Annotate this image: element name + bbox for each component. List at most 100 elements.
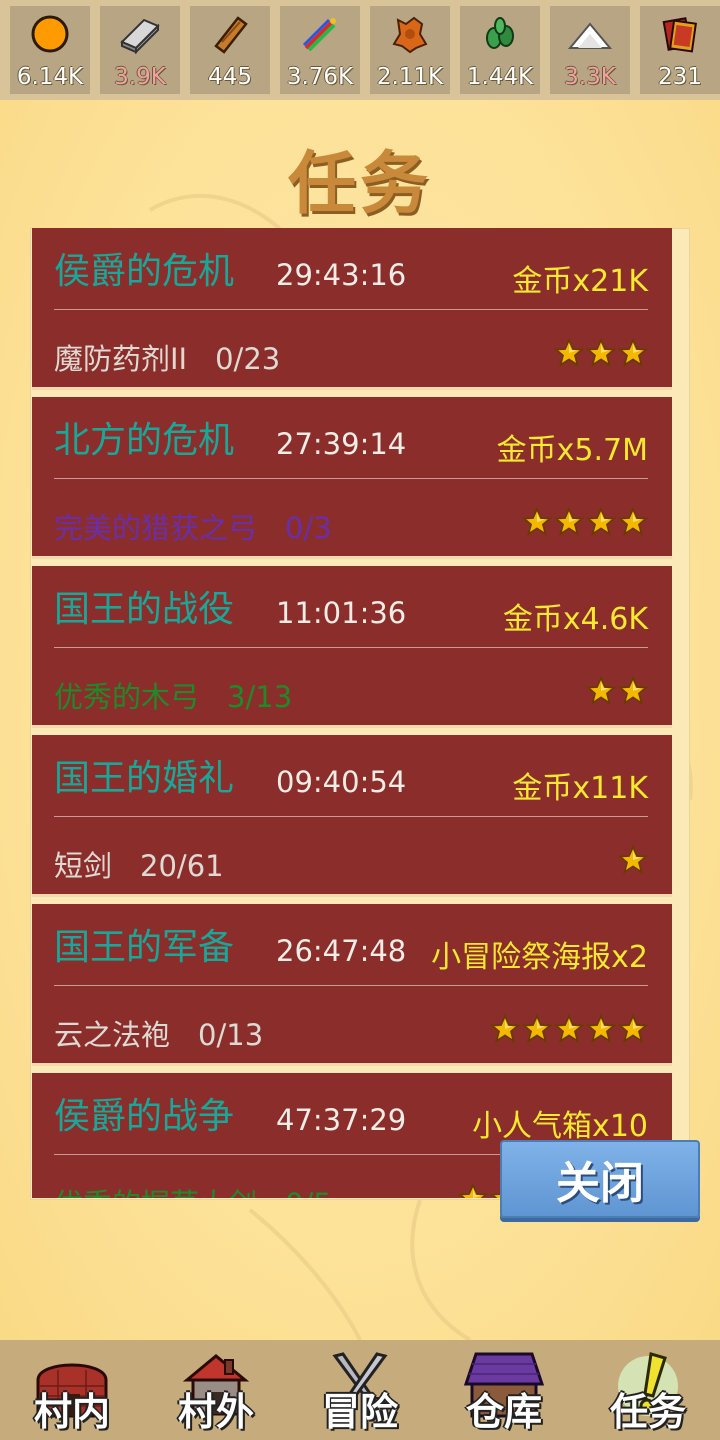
resource-value: 3.76K	[286, 64, 354, 90]
quest-timer: 11:01:36	[276, 596, 407, 630]
resource-salt[interactable]: 3.3K	[550, 6, 630, 94]
quest-requirement: 短剑 20/61	[54, 843, 224, 885]
iron-ingot-icon	[118, 12, 162, 56]
quest-panel: 任务 侯爵的危机 29:43:16 金币x21K 魔防药剂II 0/23 北方的危…	[0, 100, 720, 1340]
item-progress: 0/23	[215, 342, 281, 376]
wood-plank-icon	[208, 12, 252, 56]
quest-timer: 26:47:48	[276, 934, 407, 968]
quest-name: 国王的婚礼	[54, 758, 235, 799]
star-icon	[617, 844, 649, 879]
item-name: 优秀的木弓	[54, 680, 200, 714]
nav-label: 仓库	[465, 1390, 542, 1434]
bottom-nav: 村内 村外 冒险 仓库 任务	[0, 1340, 720, 1440]
resource-leather[interactable]: 2.11K	[370, 6, 450, 94]
quest-card[interactable]: 国王的军备 26:47:48 小冒险祭海报x2 云之法袍 0/13	[32, 904, 672, 1066]
divider	[54, 985, 648, 986]
resource-value: 445	[208, 64, 252, 90]
star-icon	[521, 1013, 553, 1048]
nav-quests[interactable]: 任务	[583, 1340, 713, 1440]
quest-card[interactable]: 北方的危机 27:39:14 金币x5.7M 完美的猎获之弓 0/3	[32, 397, 672, 559]
herb-leaf-icon	[478, 12, 522, 56]
nav-adventure[interactable]: 冒险	[295, 1340, 425, 1440]
star-icon	[553, 1013, 585, 1048]
star-icon	[457, 1182, 489, 1198]
quest-timer: 29:43:16	[276, 258, 407, 292]
panel-title: 任务	[287, 145, 432, 224]
quest-requirement: 完美的猎获之弓 0/3	[54, 505, 332, 547]
star-icon	[617, 1013, 649, 1048]
quest-timer: 27:39:14	[276, 427, 407, 461]
quest-name: 北方的危机	[54, 420, 235, 461]
star-icon	[617, 506, 649, 541]
divider	[54, 478, 648, 479]
star-icon	[585, 506, 617, 541]
divider	[54, 816, 648, 817]
star-icon	[489, 1013, 521, 1048]
quest-reward: 金币x11K	[512, 771, 648, 806]
item-name: 短剑	[54, 849, 113, 883]
star-icon	[585, 1013, 617, 1048]
quest-requirement: 云之法袍 0/13	[54, 1012, 263, 1054]
leather-hide-icon	[388, 12, 432, 56]
quest-reward: 金币x4.6K	[502, 602, 648, 637]
difficulty-stars	[521, 506, 649, 541]
difficulty-stars	[585, 675, 649, 710]
quest-card[interactable]: 国王的婚礼 09:40:54 金币x11K 短剑 20/61	[32, 735, 672, 897]
star-icon	[521, 506, 553, 541]
card-pack-icon	[658, 12, 702, 56]
resource-iron[interactable]: 3.9K	[100, 6, 180, 94]
quest-name: 国王的军备	[54, 927, 235, 968]
difficulty-stars	[489, 1013, 649, 1048]
quest-requirement: 优秀的木弓 3/13	[54, 674, 292, 716]
star-icon	[585, 675, 617, 710]
item-progress: 3/13	[227, 680, 293, 714]
quest-reward: 金币x5.7M	[496, 433, 648, 468]
quest-name: 侯爵的战争	[54, 1096, 235, 1137]
resource-value: 1.44K	[466, 64, 534, 90]
nav-village-outside[interactable]: 村外	[151, 1340, 281, 1440]
nav-village-inside[interactable]: 村内	[7, 1340, 137, 1440]
item-progress: 0/3	[285, 511, 332, 545]
nav-label: 冒险	[321, 1390, 398, 1434]
nav-warehouse[interactable]: 仓库	[439, 1340, 569, 1440]
quest-reward: 小人气箱x10	[472, 1109, 648, 1144]
quest-card[interactable]: 侯爵的危机 29:43:16 金币x21K 魔防药剂II 0/23	[32, 228, 672, 390]
quest-requirement: 优秀的握草大剑 0/5	[54, 1181, 332, 1198]
quest-list[interactable]: 侯爵的危机 29:43:16 金币x21K 魔防药剂II 0/23 北方的危机 2…	[32, 228, 672, 1198]
quest-reward: 小冒险祭海报x2	[431, 940, 648, 975]
quest-name: 国王的战役	[54, 589, 235, 630]
quest-reward: 金币x21K	[512, 264, 648, 299]
star-icon	[553, 506, 585, 541]
resource-pencil[interactable]: 3.76K	[280, 6, 360, 94]
resource-value: 6.14K	[16, 64, 84, 90]
gold-coin-icon	[28, 12, 72, 56]
difficulty-stars	[553, 337, 649, 372]
item-name: 云之法袍	[54, 1018, 171, 1052]
divider	[54, 647, 648, 648]
close-button[interactable]: 关闭	[500, 1140, 700, 1218]
quest-requirement: 魔防药剂II 0/23	[54, 336, 280, 378]
star-icon	[617, 675, 649, 710]
quest-timer: 09:40:54	[276, 765, 407, 799]
resource-cards[interactable]: 231	[640, 6, 720, 94]
difficulty-stars	[617, 844, 649, 879]
item-progress: 0/13	[198, 1018, 264, 1052]
resource-value: 3.3K	[564, 64, 616, 90]
resource-value: 231	[658, 64, 702, 90]
item-progress: 20/61	[140, 849, 224, 883]
resource-gold[interactable]: 6.14K	[10, 6, 90, 94]
item-progress: 0/5	[285, 1187, 332, 1198]
quest-card[interactable]: 国王的战役 11:01:36 金币x4.6K 优秀的木弓 3/13	[32, 566, 672, 728]
star-icon	[617, 337, 649, 372]
star-icon	[553, 337, 585, 372]
item-name: 优秀的握草大剑	[54, 1187, 257, 1198]
resource-herb[interactable]: 1.44K	[460, 6, 540, 94]
nav-label: 任务	[609, 1390, 686, 1434]
resource-bar: 6.14K 3.9K 445 3.76K 2.11K 1.44K 3.3K 23…	[0, 0, 720, 100]
resource-value: 3.9K	[114, 64, 166, 90]
item-name: 完美的猎获之弓	[54, 511, 258, 545]
resource-wood[interactable]: 445	[190, 6, 270, 94]
rainbow-pencil-icon	[298, 12, 342, 56]
quest-name: 侯爵的危机	[54, 251, 235, 292]
divider	[54, 309, 648, 310]
